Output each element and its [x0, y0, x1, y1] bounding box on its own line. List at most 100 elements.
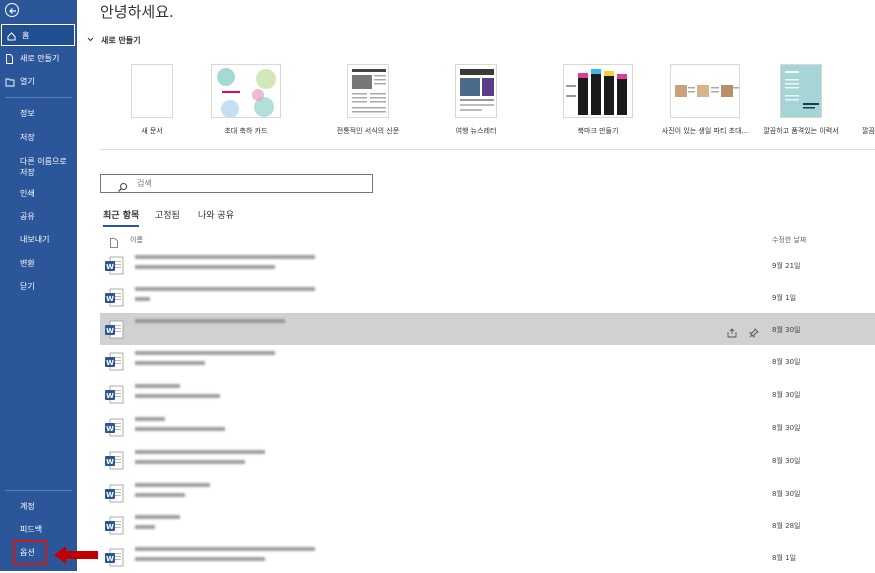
file-row[interactable]: W9월 1일 — [100, 281, 875, 313]
svg-text:W: W — [106, 425, 114, 433]
blurred-filename — [135, 287, 315, 291]
modified-date: 9월 21일 — [772, 261, 800, 271]
sidebar-item-share[interactable]: 공유 — [0, 206, 77, 228]
blurred-filename — [135, 319, 285, 323]
sidebar-item-open[interactable]: 열기 — [0, 71, 77, 93]
page-title: 안녕하세요. — [100, 1, 174, 22]
template-invitation-card[interactable]: 초대 축하 카드 — [191, 64, 301, 136]
template-traditional-newspaper[interactable]: 전통적인 서식의 신문 — [313, 64, 423, 136]
template-bookmark[interactable]: 북마크 만들기 — [543, 64, 653, 136]
tab-shared[interactable]: 나와 공유 — [198, 208, 234, 221]
modified-date: 8월 30일 — [772, 423, 800, 433]
new-section-header[interactable]: 새로 만들기 — [87, 35, 141, 46]
column-header-date[interactable]: 수정한 날짜 — [772, 235, 806, 245]
pin-icon[interactable] — [749, 323, 759, 342]
column-header-name[interactable]: 이름 — [130, 235, 143, 245]
blurred-filename — [135, 351, 275, 355]
file-row[interactable]: W 8월 28일 — [100, 509, 875, 541]
chevron-down-icon — [87, 36, 94, 45]
template-label: 초대 축하 카드 — [191, 126, 301, 136]
sidebar-item-label: 피드백 — [20, 525, 42, 534]
template-label: 여행 뉴스레터 — [421, 126, 531, 136]
svg-text:W: W — [106, 491, 114, 499]
blurred-filename — [135, 483, 210, 487]
sidebar-item-home[interactable]: 홈 — [1, 24, 75, 46]
sidebar-item-label: 변환 — [20, 259, 35, 268]
blurred-filepath — [135, 493, 185, 497]
sidebar-item-save[interactable]: 저장 — [0, 127, 77, 149]
blurred-filepath — [135, 557, 265, 561]
search-input[interactable] — [137, 177, 357, 190]
word-document-icon: W — [104, 484, 124, 508]
file-row[interactable]: W8월 30일 — [100, 378, 875, 410]
sidebar-item-transform[interactable]: 변환 — [0, 253, 77, 275]
modified-date: 8월 28일 — [772, 521, 800, 531]
sidebar-item-label: 정보 — [20, 109, 35, 118]
sidebar-divider — [5, 490, 72, 491]
template-thumbnail — [131, 64, 173, 118]
back-arrow-icon[interactable] — [5, 3, 19, 17]
template-thumbnail — [455, 64, 497, 118]
search-box[interactable] — [100, 174, 373, 193]
file-row[interactable]: W 8월 30일 — [100, 345, 875, 377]
sidebar-item-label: 인쇄 — [20, 189, 35, 198]
blurred-filepath — [135, 361, 205, 365]
section-divider — [100, 149, 875, 150]
word-document-icon: W — [104, 548, 124, 572]
word-document-icon: W — [104, 352, 124, 376]
sidebar-item-save-as[interactable]: 다른 이름으로 저장 — [20, 156, 74, 178]
svg-text:W: W — [106, 458, 114, 466]
svg-text:W: W — [106, 327, 114, 335]
template-partial[interactable]: 깔끔 — [862, 64, 875, 136]
sidebar-item-new[interactable]: 새로 만들기 — [0, 48, 77, 70]
sidebar-item-feedback[interactable]: 피드백 — [0, 519, 77, 541]
main-content: 안녕하세요. 새로 만들기 새 문서 초대 축하 카드 전통적인 서식의 신문 — [77, 0, 875, 571]
svg-text:W: W — [106, 523, 114, 531]
file-row[interactable]: W 9월 21일 — [100, 249, 875, 281]
template-thumbnail — [670, 64, 740, 118]
tab-pinned[interactable]: 고정됨 — [155, 208, 180, 221]
modified-date: 8월 30일 — [772, 357, 800, 367]
file-row[interactable]: W 8월 1일 — [100, 541, 875, 573]
share-icon[interactable] — [727, 323, 737, 342]
template-thumbnail — [780, 64, 822, 118]
sidebar-item-label: 홈 — [22, 31, 29, 40]
word-document-icon: W — [104, 288, 124, 312]
backstage-sidebar: 홈 새로 만들기 열기 정보 저장 다른 이름으로 저장 인쇄 공유 내보내기 … — [0, 0, 77, 571]
template-travel-newsletter[interactable]: 여행 뉴스레터 — [421, 64, 531, 136]
sidebar-item-export[interactable]: 내보내기 — [0, 229, 77, 251]
sidebar-item-info[interactable]: 정보 — [0, 103, 77, 125]
blurred-filename — [135, 384, 180, 388]
blurred-filepath — [135, 394, 220, 398]
file-row[interactable]: W 8월 30일 — [100, 477, 875, 509]
blurred-filepath — [135, 460, 245, 464]
template-label: 깔끔하고 품격있는 이력서 — [746, 126, 856, 136]
word-document-icon: W — [104, 256, 124, 280]
tab-recent[interactable]: 최근 항목 — [103, 208, 139, 227]
sidebar-item-label: 닫기 — [20, 282, 35, 291]
sidebar-item-label: 내보내기 — [20, 235, 49, 244]
blurred-filename — [135, 255, 315, 259]
file-row[interactable]: W 8월 30일 — [100, 313, 875, 345]
blurred-filename — [135, 547, 315, 551]
template-birthday-invitation[interactable]: 사진이 있는 생일 파티 초대... — [650, 64, 760, 136]
sidebar-item-account[interactable]: 계정 — [0, 496, 77, 518]
word-document-icon: W — [104, 320, 124, 344]
template-clean-resume[interactable]: 깔끔하고 품격있는 이력서 — [746, 64, 856, 136]
sidebar-item-label: 다른 이름으로 — [20, 156, 74, 167]
sidebar-item-close[interactable]: 닫기 — [0, 276, 77, 298]
template-label: 북마크 만들기 — [543, 126, 653, 136]
blurred-filename — [135, 515, 180, 519]
modified-date: 8월 1일 — [772, 553, 796, 563]
blurred-filename — [135, 450, 265, 454]
template-thumbnail — [347, 64, 389, 118]
file-row[interactable]: W 8월 30일 — [100, 411, 875, 443]
section-title: 새로 만들기 — [101, 36, 141, 45]
template-label: 깔끔 — [862, 126, 875, 136]
file-row[interactable]: W8월 30일 — [100, 444, 875, 476]
modified-date: 8월 30일 — [772, 325, 800, 335]
sidebar-item-print[interactable]: 인쇄 — [0, 183, 77, 205]
template-label: 전통적인 서식의 신문 — [313, 126, 423, 136]
blurred-filename — [135, 417, 165, 421]
modified-date: 8월 30일 — [772, 489, 800, 499]
